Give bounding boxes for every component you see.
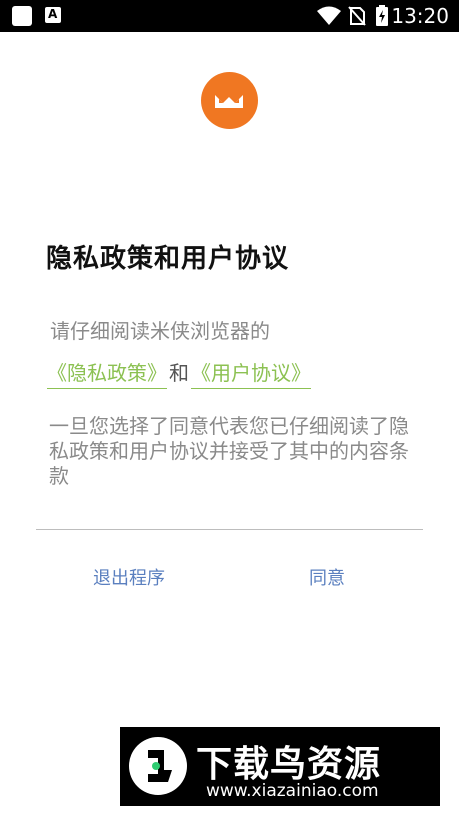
dialog-title: 隐私政策和用户协议	[46, 244, 290, 274]
and-text: 和	[169, 361, 189, 385]
watermark-title: 下载鸟资源	[196, 744, 382, 785]
app-logo-icon	[201, 72, 258, 129]
exit-button[interactable]: 退出程序	[93, 564, 165, 590]
a-notification-icon	[45, 7, 61, 23]
divider	[36, 529, 423, 530]
no-sim-icon	[348, 6, 366, 26]
status-time: 13:20	[391, 4, 449, 28]
privacy-policy-link[interactable]: 《隐私政策》	[47, 361, 167, 389]
wifi-icon	[317, 6, 341, 25]
agree-button[interactable]: 同意	[309, 564, 345, 590]
watermark-logo-icon	[129, 737, 187, 795]
watermark-url: www.xiazainiao.com	[206, 781, 379, 801]
consent-text: 一旦您选择了同意代表您已仔细阅读了隐私政策和用户协议并接受了其中的内容条款	[49, 414, 409, 488]
intro-text: 请仔细阅读米侠浏览器的	[50, 319, 270, 343]
status-bar: 13:20	[0, 0, 459, 32]
policy-links-line: 《隐私政策》和《用户协议》	[47, 357, 311, 389]
app-notification-icon	[12, 6, 32, 26]
watermark: 下载鸟资源 www.xiazainiao.com	[120, 727, 440, 806]
user-agreement-link[interactable]: 《用户协议》	[191, 361, 311, 389]
battery-charging-icon	[376, 5, 388, 26]
